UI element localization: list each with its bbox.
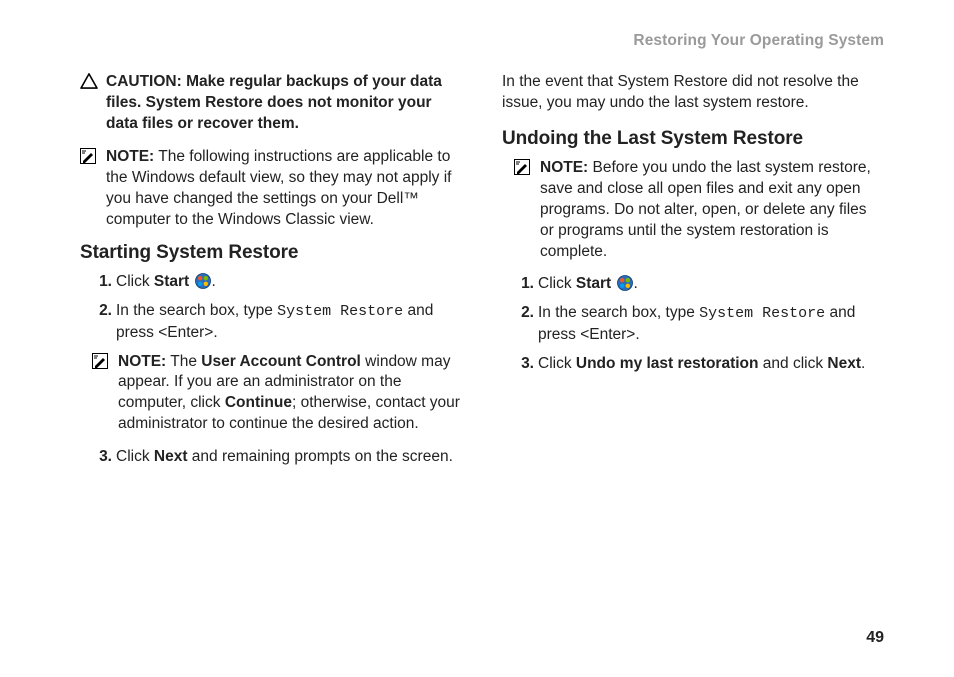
pencil-note-icon (80, 148, 96, 164)
two-column-layout: CAUTION: Make regular backups of your da… (80, 72, 884, 476)
start-label: Start (154, 273, 189, 290)
heading-undoing-last-restore: Undoing the Last System Restore (502, 128, 884, 150)
text-fragment: . (212, 273, 216, 290)
text-fragment: Click (538, 355, 576, 372)
text-fragment (611, 275, 615, 292)
bold-text: Continue (225, 394, 292, 411)
bold-text: Next (827, 355, 861, 372)
note-label: NOTE: (540, 159, 588, 176)
text-fragment: In the search box, type (116, 302, 277, 319)
intro-paragraph: In the event that System Restore did not… (502, 72, 884, 114)
pencil-note-icon (92, 353, 108, 369)
text-fragment: and click (758, 355, 827, 372)
list-item: 3. Click Next and remaining prompts on t… (92, 447, 462, 468)
item-number: 1. (514, 274, 538, 295)
text-fragment: Click (116, 273, 154, 290)
text-fragment (189, 273, 193, 290)
item-number: 3. (92, 447, 116, 468)
note-label: NOTE: (118, 353, 166, 370)
caution-label: CAUTION: (106, 73, 182, 90)
note-text: The following instructions are applicabl… (106, 148, 451, 228)
bold-text: Next (154, 448, 188, 465)
item-number: 2. (92, 301, 116, 322)
code-text: System Restore (277, 303, 403, 320)
heading-starting-system-restore: Starting System Restore (80, 242, 462, 264)
text-fragment: The (166, 353, 201, 370)
start-orb-icon (617, 275, 633, 291)
text-fragment: . (634, 275, 638, 292)
text-fragment: Click (538, 275, 576, 292)
bold-text: Undo my last restoration (576, 355, 759, 372)
text-fragment: . (861, 355, 865, 372)
left-column: CAUTION: Make regular backups of your da… (80, 72, 462, 476)
start-orb-icon (195, 273, 211, 289)
note-block-3: NOTE: Before you undo the last system re… (514, 158, 884, 263)
item-number: 3. (514, 354, 538, 375)
list-item: 2. In the search box, type System Restor… (514, 303, 884, 345)
text-fragment: In the search box, type (538, 304, 699, 321)
page-number: 49 (866, 629, 884, 647)
note-label: NOTE: (106, 148, 154, 165)
list-item: 3. Click Undo my last restoration and cl… (514, 354, 884, 375)
caution-block: CAUTION: Make regular backups of your da… (80, 72, 462, 135)
right-column: In the event that System Restore did not… (502, 72, 884, 476)
page: Restoring Your Operating System CAUTION:… (0, 0, 954, 677)
text-fragment: and remaining prompts on the screen. (188, 448, 453, 465)
item-number: 1. (92, 272, 116, 293)
start-label: Start (576, 275, 611, 292)
bold-text: User Account Control (201, 353, 361, 370)
list-item: 2. In the search box, type System Restor… (92, 301, 462, 343)
note-text: Before you undo the last system restore,… (540, 159, 871, 260)
page-header: Restoring Your Operating System (80, 32, 884, 50)
note-block-2: NOTE: The User Account Control window ma… (92, 352, 462, 436)
caution-icon (80, 73, 98, 89)
note-block-1: NOTE: The following instructions are app… (80, 147, 462, 231)
list-item: 1. Click Start . (92, 272, 462, 293)
list-item: 1. Click Start . (514, 274, 884, 295)
pencil-note-icon (514, 159, 530, 175)
item-number: 2. (514, 303, 538, 324)
text-fragment: Click (116, 448, 154, 465)
code-text: System Restore (699, 305, 825, 322)
